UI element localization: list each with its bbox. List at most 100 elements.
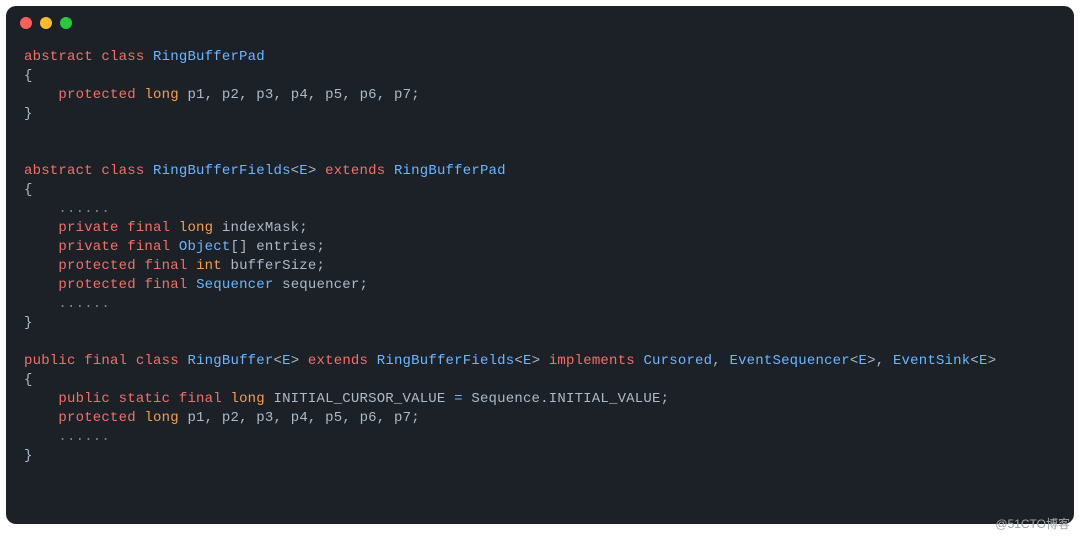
rbracket: ] [239,239,248,255]
comma: , [205,87,214,103]
gt: > [532,353,541,369]
kw-abstract: abstract [24,163,93,179]
var-p2: p2 [222,410,239,426]
lt: < [850,353,859,369]
type-e: E [299,163,308,179]
kw-final: final [84,353,127,369]
kw-protected: protected [58,410,135,426]
watermark-text: @51CTO博客 [995,515,1070,532]
var-initial-value: INITIAL_VALUE [549,391,661,407]
semi: ; [661,391,670,407]
kw-public: public [58,391,110,407]
comma: , [377,87,386,103]
kw-private: private [58,220,118,236]
comma: , [876,353,885,369]
kw-class: class [136,353,179,369]
kw-abstract: abstract [24,49,93,65]
kw-class: class [101,49,144,65]
kw-public: public [24,353,76,369]
comma: , [274,87,283,103]
kw-protected: protected [58,258,135,274]
ty-int: int [196,258,222,274]
type-ringbufferpad: RingBufferPad [394,163,506,179]
close-icon[interactable] [20,17,32,29]
comma: , [308,410,317,426]
type-ringbuffer: RingBuffer [187,353,273,369]
dot: . [540,391,549,407]
lbrace: { [24,182,33,198]
gt: > [988,353,997,369]
rbrace: } [24,448,33,464]
comma: , [712,353,721,369]
lt: < [291,163,300,179]
lt: < [273,353,282,369]
type-eventsequencer: EventSequencer [729,353,849,369]
type-e: E [859,353,868,369]
minimize-icon[interactable] [40,17,52,29]
ellipsis: ...... [58,296,110,312]
lt: < [514,353,523,369]
zoom-icon[interactable] [60,17,72,29]
var-p5: p5 [325,87,342,103]
var-p4: p4 [291,87,308,103]
ty-long: long [230,391,264,407]
ellipsis: ...... [58,201,110,217]
rbrace: } [24,315,33,331]
kw-private: private [58,239,118,255]
var-p7: p7 [394,87,411,103]
comma: , [239,410,248,426]
type-ringbufferpad: RingBufferPad [153,49,265,65]
var-buffersize: bufferSize [230,258,316,274]
type-ringbufferfields: RingBufferFields [153,163,291,179]
var-initial-cursor-value: INITIAL_CURSOR_VALUE [273,391,445,407]
var-indexmask: indexMask [222,220,299,236]
lbracket: [ [230,239,239,255]
var-p6: p6 [360,410,377,426]
var-p1: p1 [187,87,204,103]
type-sequencer: Sequencer [196,277,273,293]
kw-static: static [119,391,171,407]
kw-extends: extends [308,353,368,369]
lt: < [970,353,979,369]
kw-implements: implements [549,353,635,369]
kw-final: final [179,391,222,407]
type-e: E [282,353,291,369]
rbrace: } [24,106,33,122]
var-p5: p5 [325,410,342,426]
ty-long: long [179,220,213,236]
comma: , [274,410,283,426]
type-e: E [523,353,532,369]
type-cursored: Cursored [643,353,712,369]
type-e: E [979,353,988,369]
kw-extends: extends [325,163,385,179]
comma: , [377,410,386,426]
semi: ; [411,87,420,103]
kw-protected: protected [58,87,135,103]
var-p6: p6 [360,87,377,103]
kw-protected: protected [58,277,135,293]
type-ringbufferfields: RingBufferFields [377,353,515,369]
comma: , [342,410,351,426]
comma: , [205,410,214,426]
gt: > [291,353,300,369]
semi: ; [317,239,326,255]
var-sequencer: sequencer [282,277,359,293]
comma: , [239,87,248,103]
semi: ; [411,410,420,426]
var-p3: p3 [256,410,273,426]
lbrace: { [24,68,33,84]
ty-long: long [144,410,178,426]
var-entries: entries [256,239,316,255]
op-eq: = [454,391,463,407]
gt: > [867,353,876,369]
ty-long: long [144,87,178,103]
type-sequence: Sequence [471,391,540,407]
code-window: abstract class RingBufferPad { protected… [6,6,1074,524]
window-titlebar [6,6,1074,40]
kw-final: final [144,258,187,274]
kw-final: final [127,239,170,255]
lbrace: { [24,372,33,388]
var-p7: p7 [394,410,411,426]
var-p2: p2 [222,87,239,103]
comma: , [342,87,351,103]
